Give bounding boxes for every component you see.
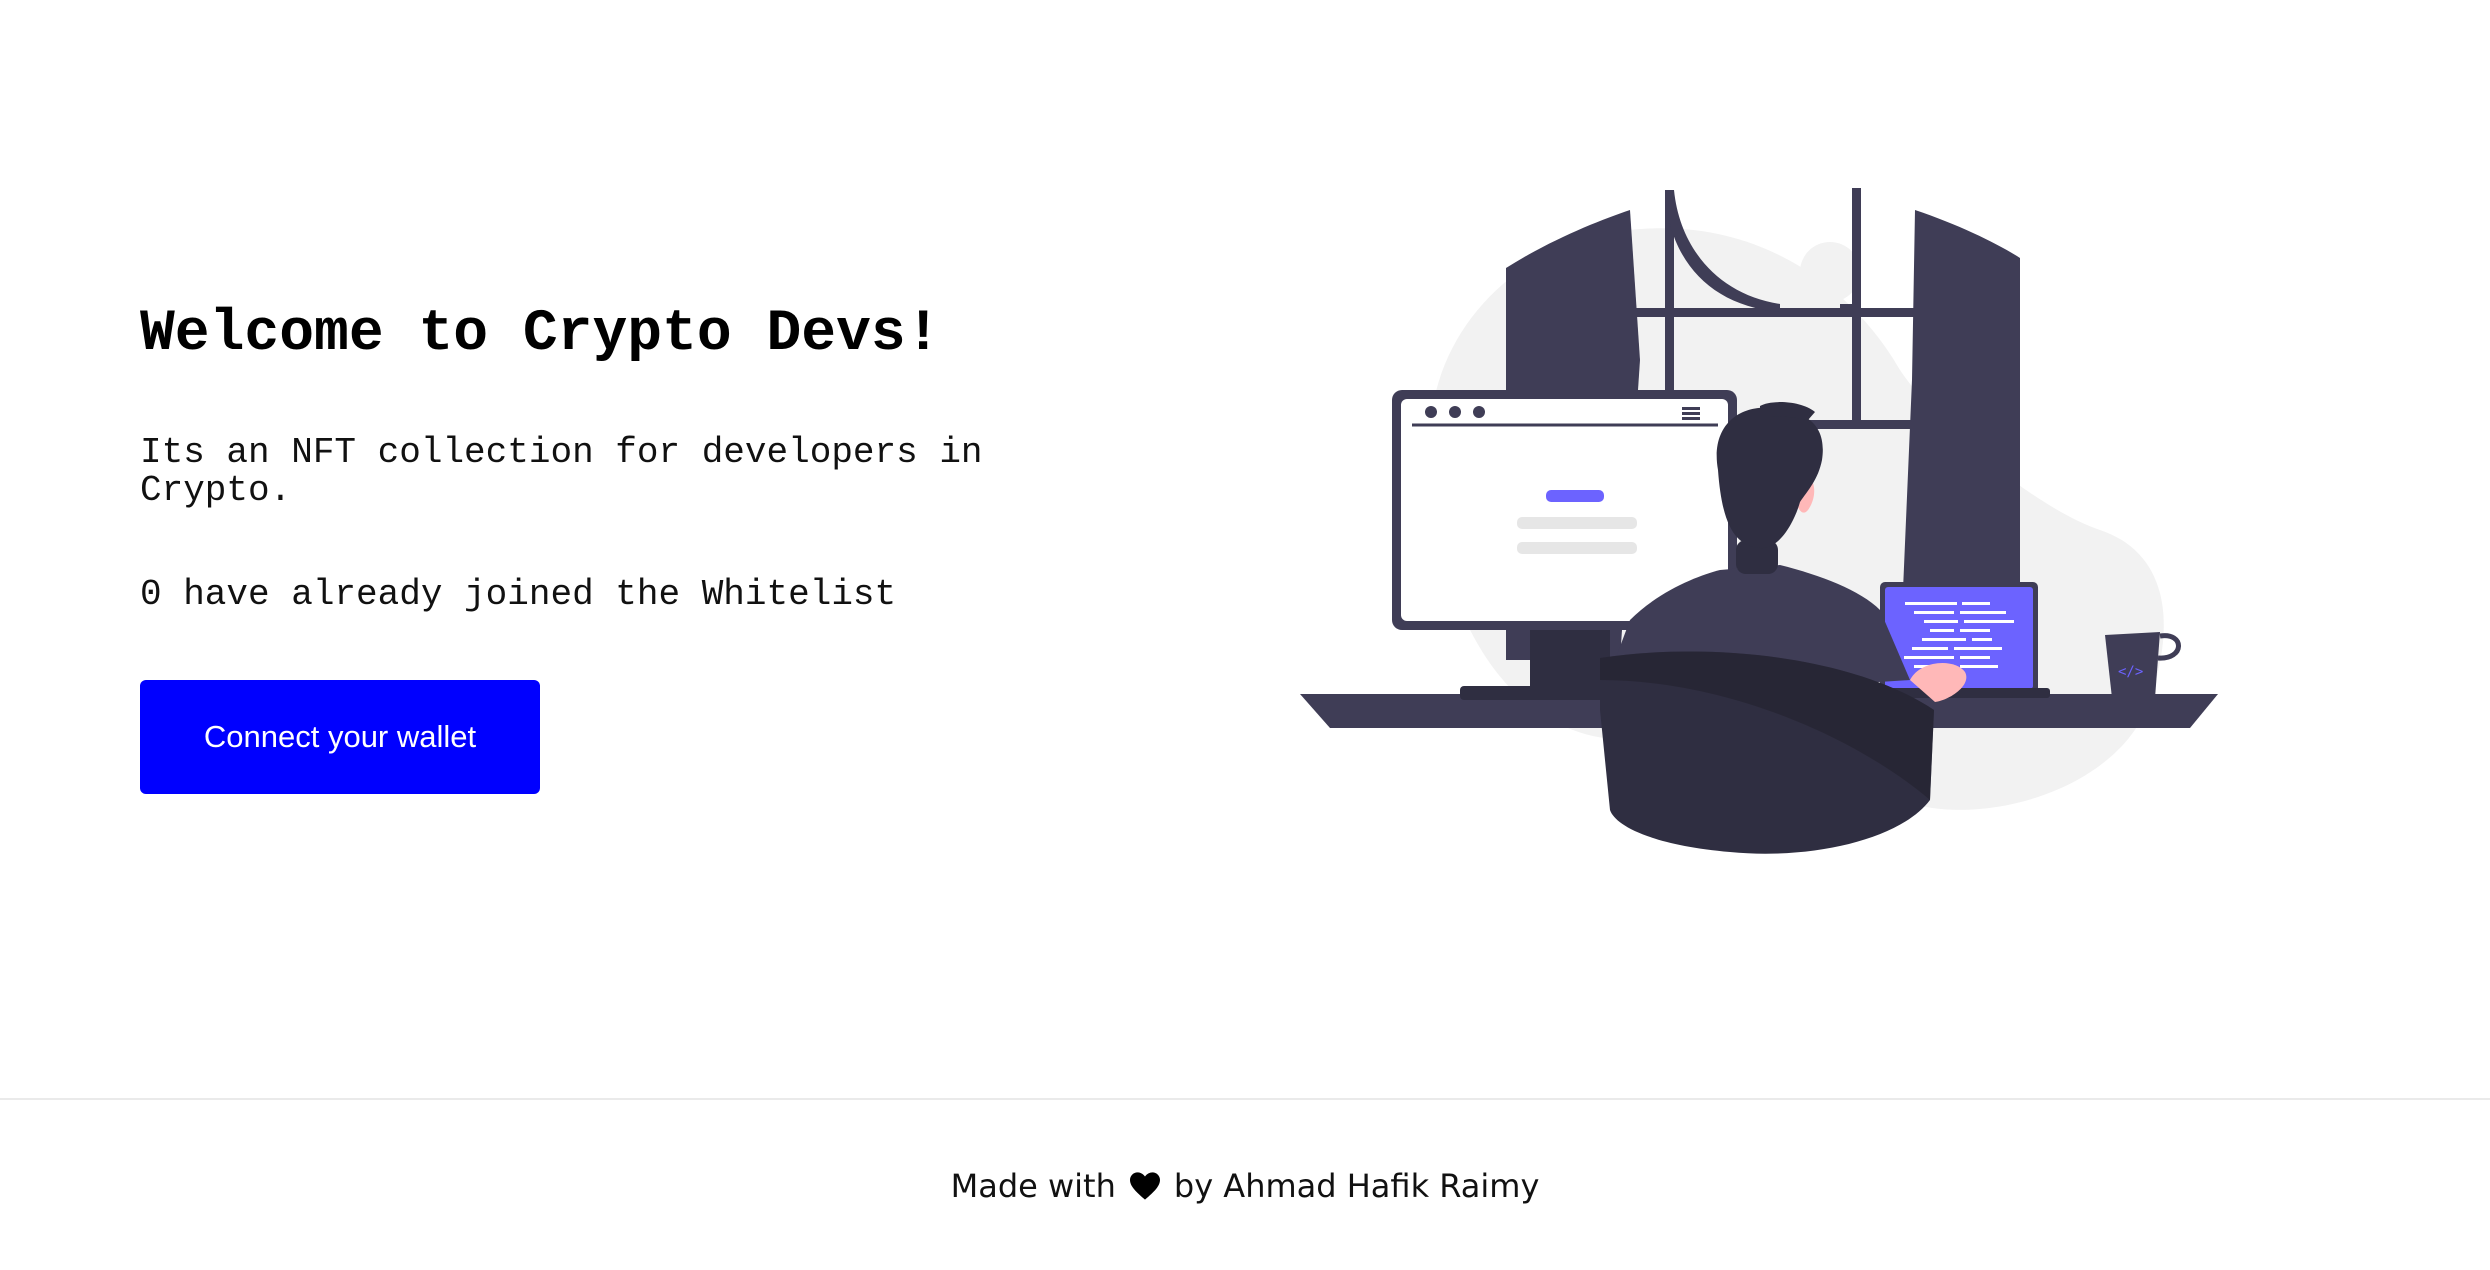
collection-description: Its an NFT collection for developers in …	[140, 432, 983, 511]
main-section: Welcome to Crypto Devs! Its an NFT colle…	[0, 0, 2490, 1098]
developer-at-desk-illustration: </>	[1300, 188, 2218, 854]
monitor-stand	[1530, 620, 1610, 694]
connect-wallet-button[interactable]: Connect your wallet	[140, 680, 540, 794]
whitelist-count-text: 0 have already joined the Whitelist	[140, 574, 897, 615]
footer: Made with by Ahmad Hafik Raimy	[0, 1098, 2490, 1270]
background-dot	[1800, 242, 1860, 302]
svg-text:</>: </>	[2118, 664, 2143, 680]
footer-author-text: by Ahmad Hafik Raimy	[1173, 1167, 1540, 1205]
heart-icon	[1129, 1172, 1160, 1200]
footer-prefix: Made with	[950, 1167, 1116, 1205]
screen-accent-bar	[1546, 490, 1604, 502]
window-arch-right	[1840, 304, 1852, 312]
hero-text-column: Welcome to Crypto Devs! Its an NFT colle…	[140, 300, 1100, 794]
page-title: Welcome to Crypto Devs!	[140, 302, 941, 367]
